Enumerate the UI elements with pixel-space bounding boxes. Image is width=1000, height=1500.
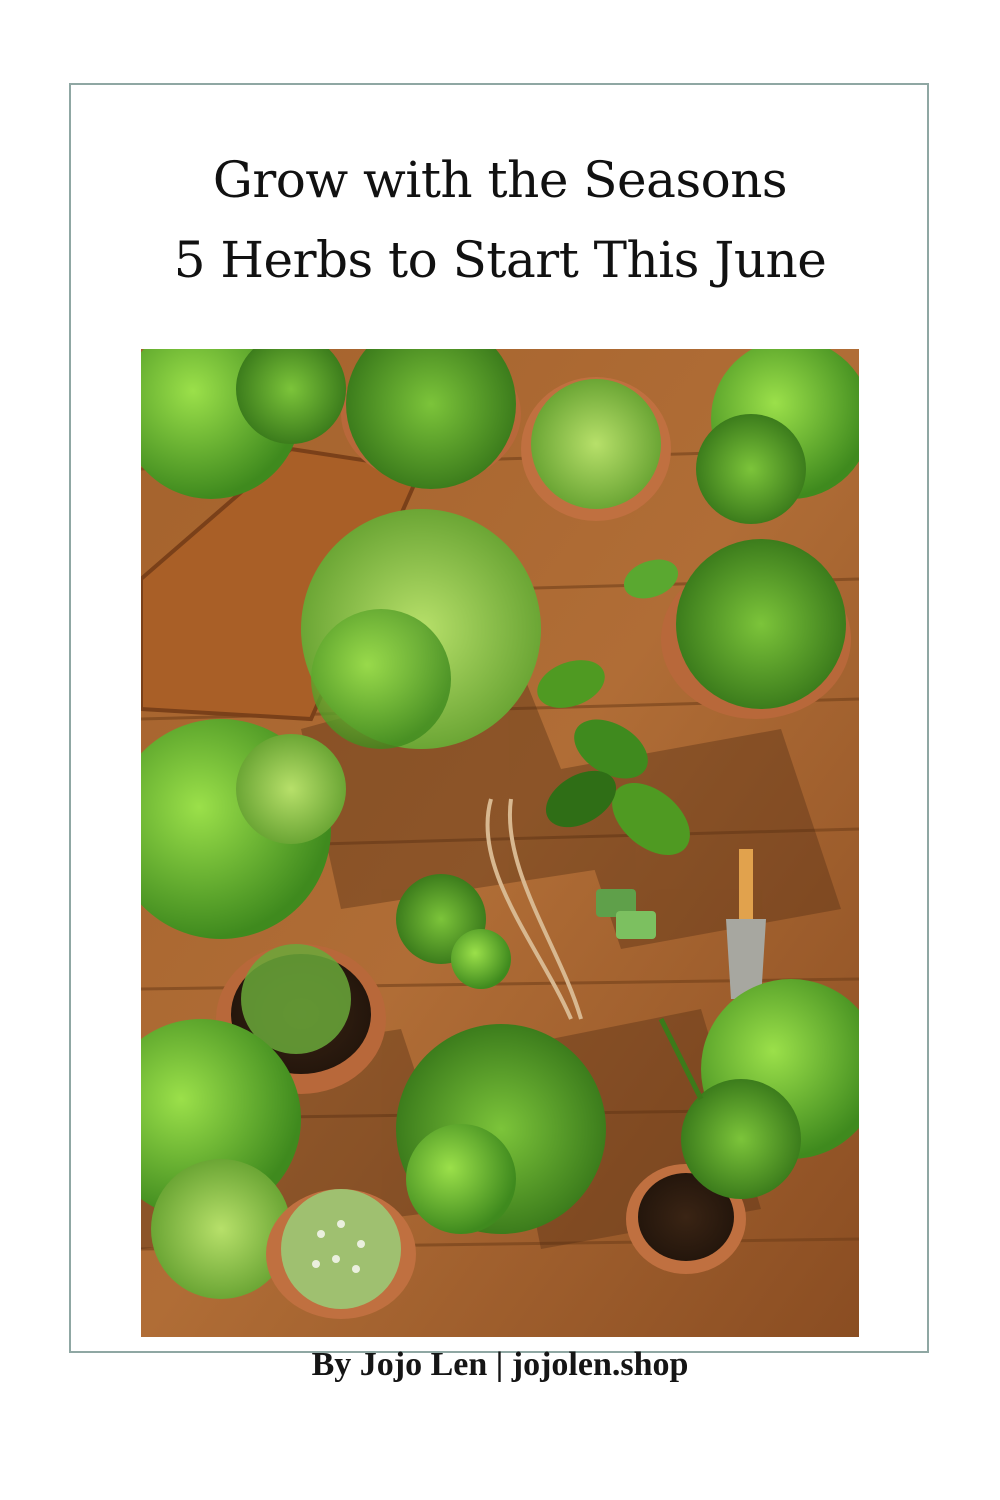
title-line-1: Grow with the Seasons	[212, 151, 788, 209]
pin-card: Grow with the Seasons 5 Herbs to Start T…	[0, 0, 1000, 1500]
herb-oregano	[396, 1024, 606, 1234]
herb-garden-photo	[141, 349, 859, 1337]
title-line-2: 5 Herbs to Start This June	[173, 231, 827, 289]
thyme-center	[301, 509, 541, 749]
page-title: Grow with the Seasons 5 Herbs to Start T…	[70, 140, 930, 300]
pot-flowering-thyme	[266, 1189, 416, 1319]
byline: By Jojo Len | jojolen.shop	[311, 1346, 689, 1383]
herb-garden-illustration	[141, 349, 859, 1337]
pot-top-right	[521, 377, 671, 521]
